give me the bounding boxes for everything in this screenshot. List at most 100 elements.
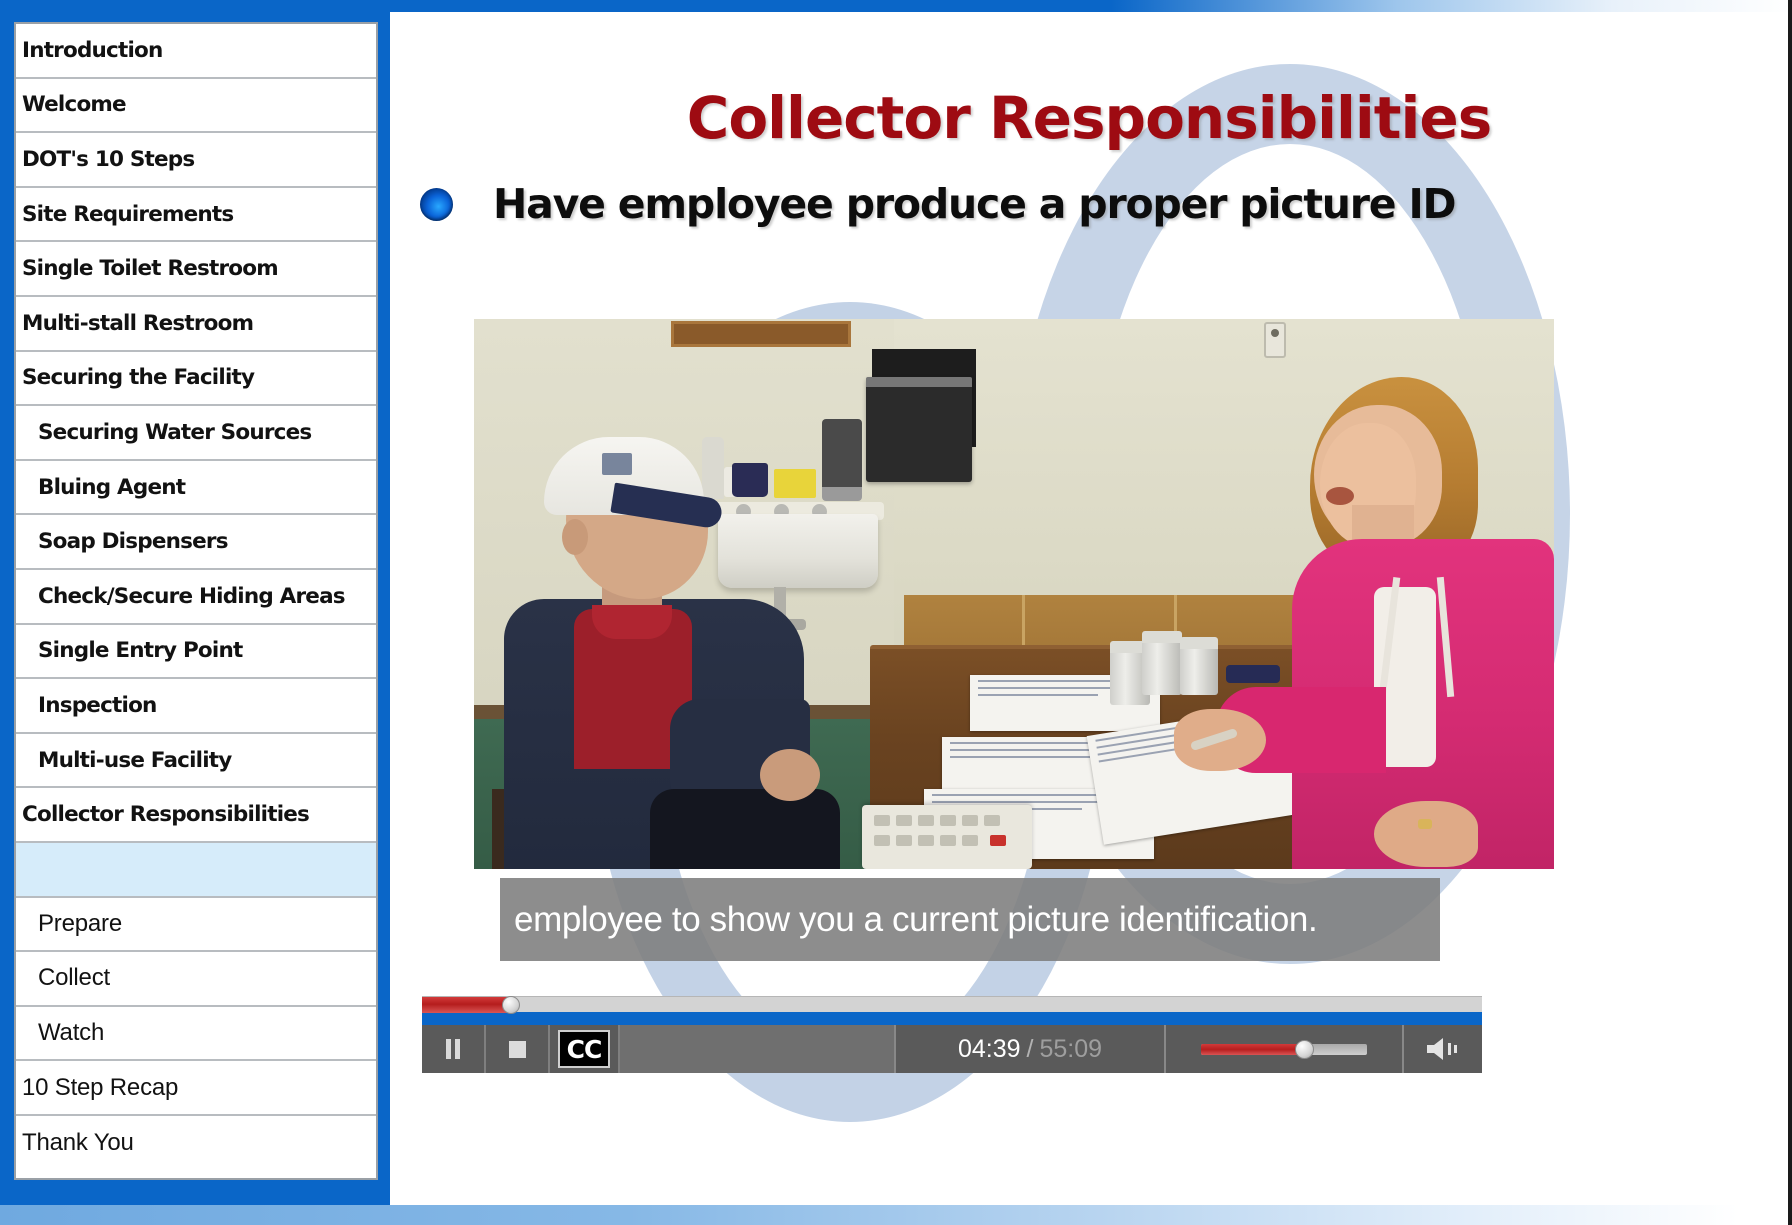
pause-button[interactable] [422, 1025, 486, 1073]
video-woman-mouth [1326, 487, 1354, 505]
course-outline-sidebar[interactable]: Introduction Welcome DOT's 10 Steps Site Re… [14, 22, 378, 1180]
seek-bar[interactable] [422, 996, 1482, 1014]
slide-title: Collector Responsibilities [686, 84, 1492, 152]
volume-fill [1201, 1043, 1304, 1055]
video-wall-outlet [1264, 322, 1286, 358]
sidebar-item-inspection[interactable]: Inspection [16, 679, 376, 734]
video-yellow-box [774, 469, 816, 498]
sidebar-item-label: Securing the Facility [22, 365, 255, 391]
media-player-controls: CC 04:39 / 55:09 [422, 996, 1482, 1073]
video-man-collar [592, 605, 672, 639]
sidebar-item-label: Soap Dispensers [38, 529, 229, 555]
window-frame-top [0, 0, 1792, 12]
sidebar-item-label: DOT's 10 Steps [22, 146, 195, 172]
video-soap-dispenser-base [822, 487, 862, 501]
seek-bar-fill [422, 997, 512, 1013]
controls-spacer [620, 1025, 896, 1073]
mute-button[interactable] [1404, 1025, 1482, 1073]
sidebar-item-label: Prepare [38, 909, 122, 937]
sidebar-item-bluing-agent[interactable]: Bluing Agent [16, 460, 376, 516]
cc-icon: CC [558, 1030, 610, 1068]
sidebar-item-label: Site Requirements [22, 201, 234, 227]
video-sink [718, 514, 878, 588]
sidebar-item-label: 10 Step Recap [22, 1073, 179, 1101]
window-frame-left [0, 0, 12, 1225]
sidebar-item-prepare[interactable]: Prepare [16, 897, 376, 953]
video-specimen-cup-3-lid [1180, 637, 1218, 649]
sidebar-item-dot-s-10-steps[interactable]: DOT's 10 Steps [16, 133, 376, 188]
slide-bullet-row: Have employee produce a proper picture I… [420, 180, 1770, 228]
sidebar-item-multi-use-facility[interactable]: Multi-use Facility [16, 733, 376, 789]
sidebar-item-watch[interactable]: Watch [16, 1006, 376, 1062]
closed-caption-bar: employee to show you a current picture i… [500, 878, 1440, 961]
video-keypad [862, 805, 1032, 869]
seek-bar-handle[interactable] [502, 996, 521, 1014]
sidebar-item-label: Single Toilet Restroom [22, 256, 279, 282]
sidebar-item-label: Thank You [22, 1129, 134, 1157]
video-soap-dispenser [822, 419, 862, 495]
sidebar-item-label: Securing Water Sources [38, 419, 312, 445]
blue-sphere-bullet-icon [420, 187, 453, 221]
sidebar-item-collect[interactable]: Collect [16, 952, 376, 1007]
volume-track[interactable] [1201, 1039, 1367, 1059]
seek-bar-underline [422, 1012, 1482, 1025]
sidebar-item-current[interactable] [16, 842, 376, 898]
sidebar-item-label: Check/Secure Hiding Areas [38, 583, 346, 609]
sidebar-item-label: Multi-stall Restroom [22, 310, 254, 336]
video-specimen-cup-3 [1180, 643, 1218, 695]
slide-bullet-text: Have employee produce a proper picture I… [493, 180, 1457, 228]
window-frame-right [1788, 0, 1792, 1225]
video-man-hand [760, 749, 820, 801]
video-blue-kit [1226, 665, 1280, 683]
sidebar-item-introduction[interactable]: Introduction [16, 24, 376, 79]
stop-button[interactable] [486, 1025, 550, 1073]
video-woman-ring [1418, 819, 1432, 829]
video-paper-towel-dispenser [866, 377, 972, 482]
pause-icon-bar-right [455, 1039, 460, 1059]
sidebar-item-securing-water-sources[interactable]: Securing Water Sources [16, 406, 376, 461]
sidebar-item-soap-dispensers[interactable]: Soap Dispensers [16, 515, 376, 570]
stop-icon [508, 1040, 526, 1058]
sidebar-item-label: Introduction [22, 37, 163, 63]
video-man-ear [562, 519, 588, 555]
sidebar-item-label: Single Entry Point [38, 638, 243, 664]
sidebar-item-multi-stall-restroom[interactable]: Multi-stall Restroom [16, 296, 376, 352]
slide-stage: Collector Responsibilities Have employee… [390, 12, 1788, 1205]
volume-slider[interactable] [1166, 1025, 1404, 1073]
sidebar-item-welcome[interactable]: Welcome [16, 78, 376, 134]
video-blue-mug [732, 463, 768, 497]
sidebar-item-collector-responsibilities[interactable]: Collector Responsibilities [16, 788, 376, 843]
total-time: 55:09 [1039, 1034, 1103, 1063]
sidebar-item-check-secure-hiding-areas[interactable]: Check/Secure Hiding Areas [16, 569, 376, 625]
video-towel-dispenser-top [866, 377, 972, 387]
window-frame-bottom [0, 1205, 1792, 1225]
sidebar-item-single-entry-point[interactable]: Single Entry Point [16, 624, 376, 680]
video-man-leg [650, 789, 840, 869]
sidebar-item-label: Inspection [38, 692, 157, 718]
sidebar-item-single-toilet-restroom[interactable]: Single Toilet Restroom [16, 242, 376, 297]
pause-icon-bar-left [446, 1039, 451, 1059]
sidebar-item-10-step-recap[interactable]: 10 Step Recap [16, 1061, 376, 1116]
video-woman-hand-2 [1374, 801, 1478, 867]
video-player-frame[interactable] [474, 319, 1554, 869]
time-display: 04:39 / 55:09 [896, 1025, 1166, 1073]
speaker-icon [1427, 1038, 1457, 1060]
video-specimen-cup-2-lid [1142, 631, 1182, 643]
transport-controls: CC 04:39 / 55:09 [422, 1025, 1482, 1073]
sidebar-item-label: Welcome [22, 92, 127, 118]
sidebar-item-label: Watch [38, 1018, 105, 1046]
sidebar-item-label: Multi-use Facility [38, 747, 232, 773]
course-player-window: Introduction Welcome DOT's 10 Steps Site Re… [0, 0, 1792, 1225]
video-wall-picture-frame [671, 321, 851, 347]
volume-handle[interactable] [1294, 1039, 1314, 1059]
sidebar-item-site-requirements[interactable]: Site Requirements [16, 187, 376, 243]
video-specimen-cup-2 [1142, 637, 1182, 695]
video-bottle [702, 437, 724, 499]
sidebar-item-thank-you[interactable]: Thank You [16, 1115, 376, 1171]
closed-caption-toggle[interactable]: CC [550, 1025, 620, 1073]
sidebar-item-label: Collector Responsibilities [22, 802, 310, 828]
time-separator: / [1026, 1034, 1034, 1063]
sidebar-item-label: Collect [38, 964, 110, 992]
video-man-cap-logo [602, 453, 632, 475]
sidebar-item-securing-the-facility[interactable]: Securing the Facility [16, 351, 376, 407]
